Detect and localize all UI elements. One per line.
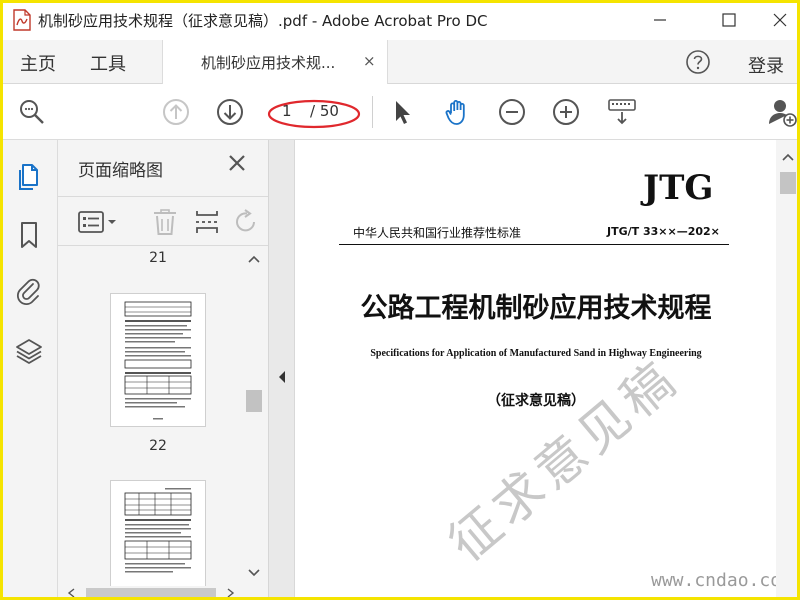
rotate-page-icon[interactable] [232,209,262,235]
maximize-button[interactable] [708,6,748,34]
thumbnail-page[interactable] [110,480,206,593]
close-window-button[interactable] [760,6,800,34]
toolbar-separator [372,96,373,128]
thumbnail-options-icon[interactable] [78,209,120,235]
menu-home[interactable]: 主页 [20,50,56,76]
document-subtitle-english: Specifications for Application of Manufa… [370,348,702,359]
document-tab-label: 机制砂应用技术规... [201,54,336,72]
insert-page-icon[interactable] [192,209,222,235]
page-down-icon[interactable] [214,96,246,128]
panel-collapse-strip[interactable] [268,140,294,600]
zoom-in-icon[interactable] [550,96,582,128]
page-up-icon[interactable] [160,96,192,128]
help-icon[interactable] [684,48,712,76]
site-watermark: www.cndao.com [651,570,776,591]
main-toolbar: 1 / 50 [0,84,800,140]
thumbnail-toolbar [58,196,268,246]
document-title: 公路工程机制砂应用技术规程 [360,293,712,324]
document-tab[interactable]: 机制砂应用技术规... × [162,40,388,84]
minimize-button[interactable] [640,6,680,34]
thumbnail-label: 21 [149,250,167,266]
thumbnail-label: 22 [149,438,167,454]
header-rule [339,244,729,245]
delete-page-icon[interactable] [150,209,180,235]
menu-tab-bar: 主页 工具 机制砂应用技术规... × 登录 [0,40,800,84]
document-view[interactable]: JTG 中华人民共和国行业推荐性标准 JTG/T 33××—202× 公路工程机… [294,140,800,600]
bookmark-icon[interactable] [14,220,44,250]
login-link[interactable]: 登录 [748,52,784,78]
attachment-icon[interactable] [14,276,44,306]
document-page: JTG 中华人民共和国行业推荐性标准 JTG/T 33××—202× 公路工程机… [294,140,776,600]
layers-icon[interactable] [14,336,44,366]
search-zoom-icon[interactable] [16,96,48,128]
zoom-out-icon[interactable] [496,96,528,128]
thumbnail-list[interactable]: 21 22 [58,248,268,593]
draft-watermark: 征求意见稿 [438,348,690,573]
share-user-icon[interactable] [766,96,798,128]
thumbnail-scrollbar[interactable] [244,248,264,588]
standard-series-code: JTG [643,168,714,208]
menu-tools[interactable]: 工具 [90,50,126,76]
pdf-file-icon [13,9,31,31]
window-title: 机制砂应用技术规程（征求意见稿）.pdf - Adobe Acrobat Pro… [38,12,488,30]
thumbnail-horizontal-scrollbar[interactable] [58,586,244,600]
thumbnail-preview [124,301,192,420]
page-thumbnails-icon[interactable] [14,162,44,192]
thumbnail-preview [124,488,192,573]
panel-title: 页面缩略图 [78,161,163,181]
select-arrow-icon[interactable] [386,96,418,128]
navigation-rail [0,140,58,600]
draft-label: （征求意见稿） [487,393,585,409]
page-thumbnails-panel: 页面缩略图 21 22 [58,140,268,600]
title-bar: 机制砂应用技术规程（征求意见稿）.pdf - Adobe Acrobat Pro… [0,0,800,40]
close-tab-button[interactable]: × [363,52,376,70]
close-panel-icon[interactable] [226,152,248,174]
collapse-arrow-icon[interactable] [277,370,287,384]
document-scrollbar[interactable] [776,140,800,600]
keyboard-scroll-icon[interactable] [606,96,638,128]
standard-classification: 中华人民共和国行业推荐性标准 [353,226,522,240]
standard-number: JTG/T 33××—202× [607,225,720,238]
thumbnail-page[interactable] [110,293,206,427]
highlight-ellipse [267,99,361,129]
hand-tool-icon[interactable] [442,96,474,128]
